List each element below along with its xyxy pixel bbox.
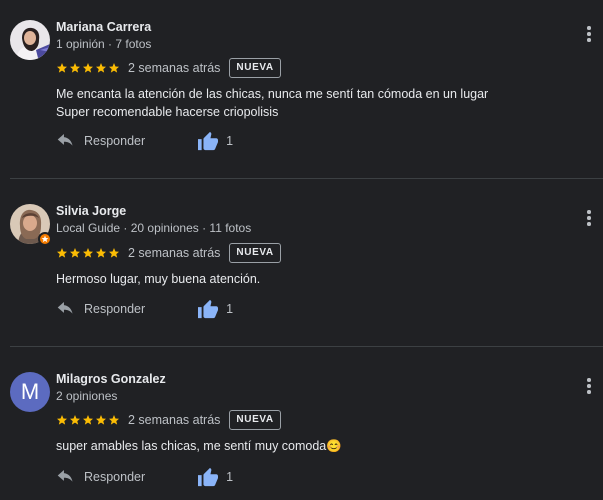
new-badge: NUEVA [229,243,281,263]
avatar[interactable] [10,204,52,246]
divider [10,178,603,179]
review-time: 2 semanas atrás [128,61,221,75]
star-icon [70,63,80,73]
reviewer-name[interactable]: Milagros Gonzalez [56,372,166,386]
reviewer-name[interactable]: Silvia Jorge [56,204,126,218]
star-icon [109,415,119,425]
star-rating [56,62,120,74]
reviewer-name[interactable]: Mariana Carrera [56,20,151,34]
review-time: 2 semanas atrás [128,413,221,427]
rating-row: 2 semanas atrás NUEVA [56,243,281,263]
more-vert-icon[interactable] [583,376,595,396]
like-count: 1 [226,302,234,316]
star-icon [70,248,80,258]
star-icon [70,415,80,425]
star-icon [57,415,67,425]
review-actions: Responder 1 [56,129,233,153]
avatar[interactable] [10,20,50,60]
reviewer-meta: Local Guide · 20 opiniones · 11 fotos [56,221,252,235]
reply-button[interactable]: Responder [56,302,145,316]
reply-label: Responder [84,134,146,148]
reply-button[interactable]: Responder [56,470,145,484]
like-button[interactable]: 1 [197,299,233,319]
reviewer-meta: 2 opiniones [56,389,118,403]
review-text: super amables las chicas, me sentí muy c… [56,437,342,455]
reviewer-meta: 1 opinión · 7 fotos [56,37,152,51]
review-text-line: Super recomendable hacerse criopolisis [56,105,279,119]
review-actions: Responder 1 [56,465,233,489]
thumb-up-icon [198,299,219,319]
review-text-line: Hermoso lugar, muy buena atención. [56,272,261,286]
review-actions: Responder 1 [56,297,233,321]
thumb-up-icon [198,131,219,151]
divider [10,346,603,347]
reply-label: Responder [84,470,146,484]
star-icon [96,415,106,425]
star-icon [109,63,119,73]
review-text: Hermoso lugar, muy buena atención. [56,270,260,288]
review-time: 2 semanas atrás [128,246,221,260]
reply-button[interactable]: Responder [56,134,145,148]
more-vert-icon[interactable] [583,24,595,44]
like-count: 1 [226,470,234,484]
star-icon [57,63,67,73]
review-text-line: super amables las chicas, me sentí muy c… [56,437,342,455]
avatar-letter: M [10,372,50,412]
local-guide-badge-icon [38,232,52,246]
rating-row: 2 semanas atrás NUEVA [56,58,281,78]
review-text-content: super amables las chicas, me sentí muy c… [56,439,327,453]
more-vert-icon[interactable] [583,208,595,228]
star-icon [83,415,93,425]
reply-arrow-icon [57,302,73,314]
reply-arrow-icon [57,134,73,146]
new-badge: NUEVA [229,58,281,78]
star-icon [109,248,119,258]
avatar[interactable]: M [10,372,50,412]
star-icon [96,63,106,73]
star-icon [83,63,93,73]
star-rating [56,247,120,259]
review-text: Me encanta la atención de las chicas, nu… [56,85,488,121]
star-rating [56,414,120,426]
star-icon [83,248,93,258]
new-badge: NUEVA [229,410,281,430]
star-icon [96,248,106,258]
thumb-up-icon [198,467,219,487]
smiling-face-emoji-icon: 😊 [326,439,342,453]
review-text-line: Me encanta la atención de las chicas, nu… [56,87,489,101]
star-icon [57,248,67,258]
rating-row: 2 semanas atrás NUEVA [56,410,281,430]
like-count: 1 [226,134,234,148]
reply-label: Responder [84,302,146,316]
reply-arrow-icon [57,470,73,482]
like-button[interactable]: 1 [197,467,233,487]
like-button[interactable]: 1 [197,131,233,151]
